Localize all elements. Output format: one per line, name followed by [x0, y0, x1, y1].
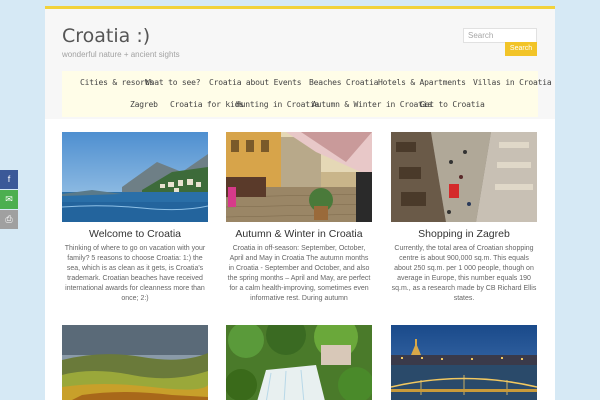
post-card: Welcome to Croatia Thinking of where to …: [62, 132, 208, 304]
nav-item-hotels-apartments[interactable]: Hotels & Apartments: [378, 78, 466, 87]
email-icon: ✉: [5, 194, 13, 204]
nav-item-villas-in-croatia[interactable]: Villas in Croatia: [473, 78, 552, 87]
post-thumbnail-waterfall[interactable]: [226, 325, 372, 400]
nav-item-autumn-winter[interactable]: Autumn & Winter in Croatia: [312, 100, 432, 109]
post-thumbnail-shopping-mall[interactable]: [391, 132, 537, 222]
facebook-share-button[interactable]: f: [0, 170, 18, 189]
post-excerpt: Currently, the total area of Croatian sh…: [391, 245, 537, 302]
page-container: Croatia :) wonderful nature + ancient si…: [45, 6, 555, 400]
post-excerpt: Croatia in off-season: September, Octobe…: [227, 245, 371, 302]
site-tagline: wonderful nature + ancient sights: [62, 50, 180, 59]
post-excerpt: Thinking of where to go on vacation with…: [64, 245, 206, 302]
post-thumbnail-street-cafe[interactable]: [226, 132, 372, 222]
site-header: Croatia :) wonderful nature + ancient si…: [45, 9, 555, 119]
nav-item-get-to-croatia[interactable]: Get to Croatia: [420, 100, 485, 109]
post-title[interactable]: Welcome to Croatia: [62, 228, 208, 240]
post-thumbnail-hills[interactable]: [62, 325, 208, 400]
post-card: Autumn & Winter in Croatia Croatia in of…: [226, 132, 372, 304]
nav-item-croatia-about-events[interactable]: Croatia about Events: [209, 78, 302, 87]
nav-item-what-to-see[interactable]: What to see?: [145, 78, 201, 87]
nav-item-cities-resorts[interactable]: Cities & resorts: [80, 78, 154, 87]
nav-item-beaches-croatia[interactable]: Beaches Croatia: [309, 78, 378, 87]
site-title[interactable]: Croatia :): [62, 25, 150, 47]
nav-item-croatia-for-kids[interactable]: Croatia for kids: [170, 100, 244, 109]
post-title[interactable]: Autumn & Winter in Croatia: [226, 228, 372, 240]
email-share-button[interactable]: ✉: [0, 190, 18, 209]
post-thumbnail-city-night[interactable]: [391, 325, 537, 400]
facebook-icon: f: [7, 174, 11, 184]
post-card: Shopping in Zagreb Currently, the total …: [391, 132, 537, 304]
post-thumbnail-sea-coast[interactable]: [62, 132, 208, 222]
search-button[interactable]: Search: [505, 42, 537, 56]
post-title[interactable]: Shopping in Zagreb: [391, 228, 537, 240]
main-navigation: Cities & resorts What to see? Croatia ab…: [62, 71, 552, 117]
print-button[interactable]: ⎙: [0, 210, 18, 229]
search-input[interactable]: [463, 28, 537, 43]
nav-item-zagreb[interactable]: Zagreb: [130, 100, 158, 109]
nav-item-hunting-in-croatia[interactable]: Hunting in Croatia: [236, 100, 319, 109]
print-icon: ⎙: [5, 214, 13, 224]
